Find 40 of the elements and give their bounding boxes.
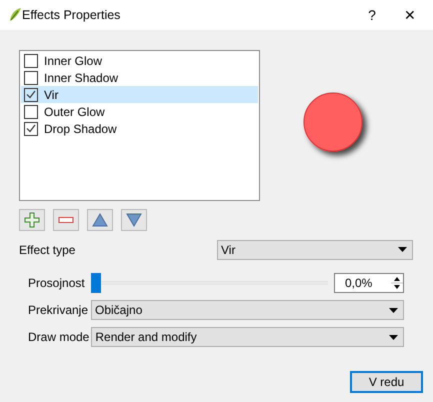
help-button[interactable]: ? bbox=[357, 0, 387, 30]
checkbox[interactable] bbox=[24, 104, 38, 118]
effect-item[interactable]: Outer Glow bbox=[21, 103, 258, 120]
effect-type-dropdown[interactable]: Vir bbox=[217, 240, 413, 260]
leaf-icon bbox=[8, 7, 22, 23]
add-button[interactable] bbox=[19, 209, 45, 231]
checkbox[interactable] bbox=[24, 88, 38, 102]
field-label: Effect type bbox=[19, 242, 76, 256]
plus-icon bbox=[24, 212, 40, 228]
effect-label: Drop Shadow bbox=[44, 122, 117, 136]
field-label: Draw mode bbox=[28, 330, 90, 344]
blend-mode-dropdown[interactable]: Običajno bbox=[91, 300, 404, 320]
draw-mode-dropdown[interactable]: Render and modify bbox=[91, 327, 404, 347]
triangle-down-icon bbox=[126, 212, 142, 228]
spin-arrows-icon bbox=[391, 275, 403, 291]
dropdown-arrow-icon bbox=[398, 247, 407, 252]
close-button[interactable]: ✕ bbox=[395, 0, 425, 30]
slider-thumb[interactable] bbox=[91, 273, 101, 293]
dropdown-arrow-icon bbox=[389, 334, 398, 340]
dropdown-arrow-icon bbox=[389, 308, 398, 312]
effect-label: Vir bbox=[44, 88, 58, 102]
field-label: Prosojnost bbox=[28, 276, 86, 290]
effect-label: Inner Glow bbox=[44, 54, 102, 68]
effect-item[interactable]: Inner Shadow bbox=[21, 69, 258, 86]
checkbox[interactable] bbox=[24, 70, 38, 84]
spin-box[interactable]: 0,0% bbox=[334, 273, 404, 293]
effect-label: Inner Shadow bbox=[44, 70, 118, 84]
checkbox[interactable] bbox=[24, 122, 38, 136]
effect-label: Outer Glow bbox=[44, 104, 105, 118]
effect-item[interactable]: Inner Glow bbox=[21, 52, 258, 69]
window-title: Effects Properties bbox=[22, 8, 122, 22]
triangle-up-icon bbox=[92, 212, 108, 228]
remove-button[interactable] bbox=[53, 209, 79, 231]
effect-item[interactable]: Drop Shadow bbox=[21, 120, 258, 137]
move-up-button[interactable] bbox=[87, 209, 113, 231]
checkbox[interactable] bbox=[24, 54, 38, 68]
field-label: Prekrivanje bbox=[28, 303, 89, 317]
move-down-button[interactable] bbox=[121, 209, 147, 231]
ok-button[interactable]: V redu bbox=[350, 371, 423, 393]
effect-item[interactable]: Vir bbox=[21, 86, 258, 103]
